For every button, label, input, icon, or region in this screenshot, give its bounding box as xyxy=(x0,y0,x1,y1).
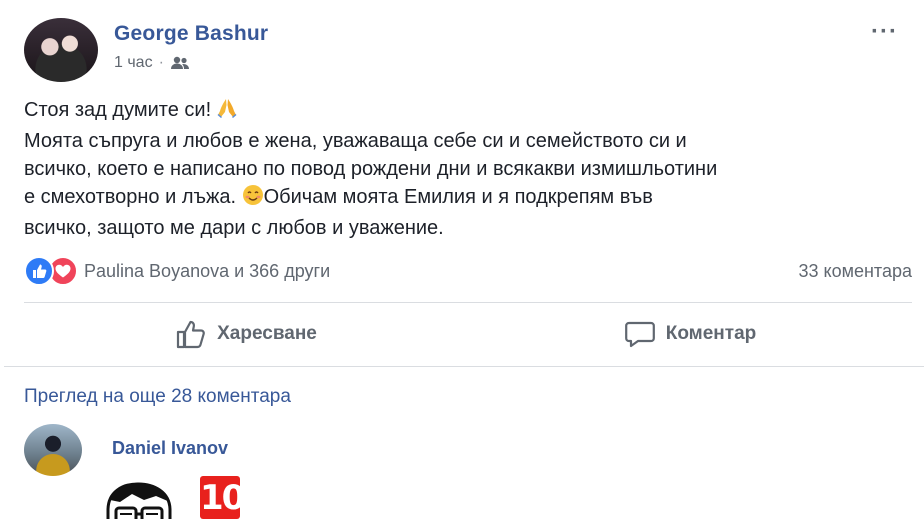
post-timestamp[interactable]: 1 час xyxy=(114,54,153,72)
score-ten-sticker: 10 xyxy=(200,476,244,519)
post-text-line-5: всичко, защото ме дари с любов и уважени… xyxy=(24,217,444,239)
comment-button-label: Коментар xyxy=(665,323,757,344)
folded-hands-emoji xyxy=(217,97,237,127)
comment-author-link[interactable]: Daniel Ivanov xyxy=(112,438,228,459)
post-meta: 1 час · xyxy=(114,54,190,72)
divider xyxy=(4,366,924,367)
post-text-line-1: Стоя зад думите си! xyxy=(24,96,914,127)
divider xyxy=(24,302,912,303)
comment-sticker[interactable]: 10 xyxy=(104,476,244,519)
action-bar: Харесване Коментар xyxy=(24,312,912,356)
comments-count-link[interactable]: 33 коментара xyxy=(798,261,912,282)
reactions-row: Paulina Boyanova и 366 други 33 коментар… xyxy=(24,256,914,286)
view-more-comments-link[interactable]: Преглед на още 28 коментара xyxy=(24,386,291,408)
friends-icon[interactable] xyxy=(170,56,190,70)
comment-item: Daniel Ivanov 10 xyxy=(24,424,904,519)
post-text: Стоя зад думите си! Моята съпруга и любо… xyxy=(24,96,914,242)
thumbs-up-icon xyxy=(177,320,205,349)
reactions-summary[interactable]: Paulina Boyanova и 366 други xyxy=(84,261,330,282)
like-reaction-icon[interactable] xyxy=(24,256,54,286)
comment-bubble-icon xyxy=(624,321,655,348)
like-button[interactable]: Харесване xyxy=(24,312,468,356)
like-button-label: Харесване xyxy=(217,323,317,344)
author-name-link[interactable]: George Bashur xyxy=(114,22,268,46)
post-text-line-2: Моята съпруга и любов е жена, уважаваща … xyxy=(24,130,687,152)
post-card: George Bashur 1 час · ··· Стоя зад думит… xyxy=(0,0,924,519)
post-text-line-4: е смехотворно и лъжа. Обичам моята Емили… xyxy=(24,183,914,214)
meta-separator: · xyxy=(158,54,164,71)
post-header: George Bashur 1 час · ··· xyxy=(24,18,904,82)
cartoon-face-sticker-icon xyxy=(106,482,172,519)
more-options-icon[interactable]: ··· xyxy=(871,20,898,44)
post-text-line-3: всичко, което е написано по повод рожден… xyxy=(24,158,718,180)
comment-button[interactable]: Коментар xyxy=(468,312,912,356)
author-avatar[interactable] xyxy=(24,18,98,82)
commenter-avatar[interactable] xyxy=(24,424,82,476)
reaction-icons[interactable] xyxy=(24,256,78,286)
smiling-face-emoji xyxy=(242,184,264,214)
